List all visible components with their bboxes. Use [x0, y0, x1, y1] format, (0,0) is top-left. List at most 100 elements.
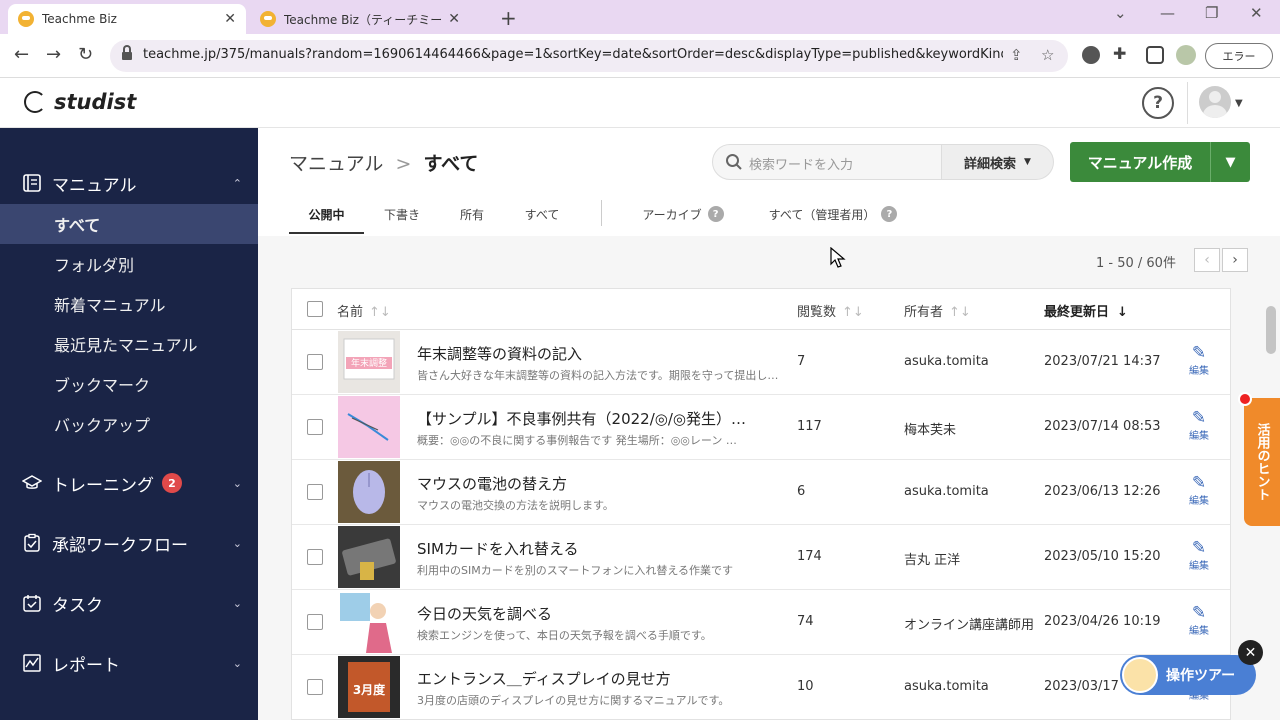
extensions-puzzle-icon[interactable]: ✚ [1113, 44, 1126, 63]
sidebar-item-all[interactable]: すべて [0, 204, 258, 244]
manual-title[interactable]: 【サンプル】不良事例共有（2022/◎/◎発生）… [417, 408, 779, 429]
tab-search-icon[interactable]: ⌄ [1114, 4, 1127, 22]
search-input[interactable]: 検索ワードを入力 [712, 144, 942, 180]
profile-avatar[interactable] [1176, 45, 1196, 65]
studist-logo[interactable]: studist [24, 90, 136, 114]
manual-thumbnail[interactable] [338, 526, 400, 588]
prev-page-button[interactable]: ‹ [1194, 248, 1220, 272]
manual-title[interactable]: エントランス＿ディスプレイの見せ方 [417, 668, 779, 689]
row-checkbox[interactable] [307, 679, 323, 695]
edit-button[interactable]: ✎ 編集 [1185, 474, 1213, 507]
table-row[interactable]: 3月度 エントランス＿ディスプレイの見せ方 3月度の店頭のディスプレイの見せ方に… [292, 655, 1230, 719]
column-label: 所有者 [904, 305, 944, 320]
browser-tab-strip: Teachme Biz ✕ Teachme Biz（ティーチミー・ビズ） ✕ +… [0, 0, 1280, 34]
logo-mark-icon [24, 91, 46, 113]
manual-title[interactable]: 今日の天気を調べる [417, 603, 779, 624]
reload-icon[interactable]: ↻ [78, 44, 93, 65]
row-checkbox[interactable] [307, 484, 323, 500]
column-name[interactable]: 名前 ↑↓ [337, 301, 391, 320]
pencil-icon: ✎ [1191, 538, 1207, 558]
edit-button[interactable]: ✎ 編集 [1185, 409, 1213, 442]
sidebar-item-recent[interactable]: 最近見たマニュアル [0, 324, 258, 364]
select-all-checkbox[interactable] [307, 301, 323, 317]
sidebar-section-tasks[interactable]: タスク ⌄ [0, 583, 258, 623]
edit-button[interactable]: ✎ 編集 [1185, 344, 1213, 377]
tab-published[interactable]: 公開中 [289, 198, 364, 234]
row-checkbox[interactable] [307, 419, 323, 435]
sidebar-item-new-manuals[interactable]: 新着マニュアル [0, 284, 258, 324]
row-checkbox[interactable] [307, 354, 323, 370]
usage-hint-tab[interactable]: 活用のヒント [1244, 398, 1280, 526]
table-row[interactable]: SIMカードを入れ替える 利用中のSIMカードを別のスマートフォンに入れ替える作… [292, 525, 1230, 590]
view-count: 174 [797, 549, 822, 564]
row-checkbox[interactable] [307, 549, 323, 565]
browser-tab-inactive[interactable]: Teachme Biz（ティーチミー・ビズ） ✕ [250, 4, 470, 34]
sidebar-section-manual[interactable]: マニュアル ⌃ [0, 163, 258, 203]
scrollbar-thumb[interactable] [1266, 306, 1276, 354]
tab-drafts[interactable]: 下書き [369, 198, 435, 234]
create-menu-caret-icon[interactable]: ▼ [1210, 142, 1250, 182]
window-close-icon[interactable]: ✕ [1250, 4, 1263, 22]
error-button[interactable]: エラー [1205, 43, 1273, 69]
table-row[interactable]: 年末調整 年末調整等の資料の記入 皆さん大好きな年末調整等の資料の記入方法です。… [292, 330, 1230, 395]
close-tab-icon[interactable]: ✕ [224, 11, 236, 27]
manual-thumbnail[interactable]: 3月度 [338, 656, 400, 718]
tab-owned[interactable]: 所有 [439, 198, 505, 234]
tab-archive[interactable]: アーカイブ ? [627, 198, 739, 234]
column-views[interactable]: 閲覧数 ↑↓ [797, 301, 864, 320]
breadcrumb-root[interactable]: マニュアル [289, 153, 383, 175]
sidebar-item-by-folder[interactable]: フォルダ別 [0, 244, 258, 284]
side-panel-icon[interactable] [1146, 46, 1164, 64]
forward-icon[interactable]: → [46, 44, 61, 65]
restore-icon[interactable]: ❐ [1205, 4, 1218, 22]
extension-icon[interactable] [1082, 46, 1100, 64]
minimize-icon[interactable]: — [1160, 4, 1175, 22]
browser-tab-active[interactable]: Teachme Biz ✕ [8, 4, 246, 34]
manual-title[interactable]: マウスの電池の替え方 [417, 473, 779, 494]
advanced-search-button[interactable]: 詳細検索 ▼ [942, 144, 1054, 180]
sidebar-section-reports[interactable]: レポート ⌄ [0, 643, 258, 683]
address-bar[interactable]: teachme.jp/375/manuals?random=1690614464… [110, 40, 1068, 72]
help-icon[interactable]: ? [1142, 87, 1174, 119]
create-manual-button[interactable]: マニュアル作成 ▼ [1070, 142, 1250, 182]
edit-button[interactable]: ✎ 編集 [1185, 604, 1213, 637]
next-page-button[interactable]: › [1222, 248, 1248, 272]
share-icon[interactable]: ⇪ [1010, 46, 1023, 64]
user-avatar[interactable] [1199, 86, 1231, 118]
sidebar-section-approval[interactable]: 承認ワークフロー ⌄ [0, 523, 258, 563]
bookmark-star-icon[interactable]: ☆ [1041, 46, 1054, 64]
close-tab-icon[interactable]: ✕ [448, 11, 460, 27]
question-icon[interactable]: ? [707, 206, 724, 222]
tab-all[interactable]: すべて [509, 198, 575, 234]
view-count: 117 [797, 419, 822, 434]
row-checkbox[interactable] [307, 614, 323, 630]
user-menu-caret-icon[interactable]: ▼ [1235, 98, 1243, 109]
updated-date: 2023/07/21 14:37 [1044, 354, 1161, 369]
back-icon[interactable]: ← [14, 44, 29, 65]
tab-divider [601, 200, 602, 226]
mascot-icon[interactable] [1122, 657, 1158, 693]
sidebar-item-backup[interactable]: バックアップ [0, 404, 258, 444]
new-tab-icon[interactable]: + [500, 6, 517, 30]
table-row[interactable]: 【サンプル】不良事例共有（2022/◎/◎発生）… 概要：◎◎の不良に関する事例… [292, 395, 1230, 460]
sidebar-item-bookmarks[interactable]: ブックマーク [0, 364, 258, 404]
edit-label: 編集 [1189, 561, 1209, 572]
chevron-up-icon: ⌃ [232, 176, 242, 190]
column-updated[interactable]: 最終更新日 ↓ [1044, 301, 1128, 320]
question-icon[interactable]: ? [881, 206, 898, 222]
edit-button[interactable]: ✎ 編集 [1185, 539, 1213, 572]
sidebar-section-training[interactable]: トレーニング 2 ⌄ [0, 463, 258, 503]
manual-thumbnail[interactable]: 年末調整 [338, 331, 400, 393]
column-owner[interactable]: 所有者 ↑↓ [904, 301, 971, 320]
manual-thumbnail[interactable] [338, 461, 400, 523]
table-row[interactable]: 今日の天気を調べる 検索エンジンを使って、本日の天気予報を調べる手順です。 74… [292, 590, 1230, 655]
manual-title[interactable]: SIMカードを入れ替える [417, 538, 779, 559]
manual-thumbnail[interactable] [338, 396, 400, 458]
sort-icon: ↑↓ [842, 305, 864, 320]
manual-title[interactable]: 年末調整等の資料の記入 [417, 343, 779, 364]
close-tour-icon[interactable]: ✕ [1238, 640, 1263, 665]
manual-thumbnail[interactable] [338, 591, 400, 653]
table-row[interactable]: マウスの電池の替え方 マウスの電池交換の方法を説明します。 6 asuka.to… [292, 460, 1230, 525]
manual-description: 利用中のSIMカードを別のスマートフォンに入れ替える作業です [417, 564, 734, 577]
tab-all-admin[interactable]: すべて（管理者用） ? [759, 198, 907, 234]
